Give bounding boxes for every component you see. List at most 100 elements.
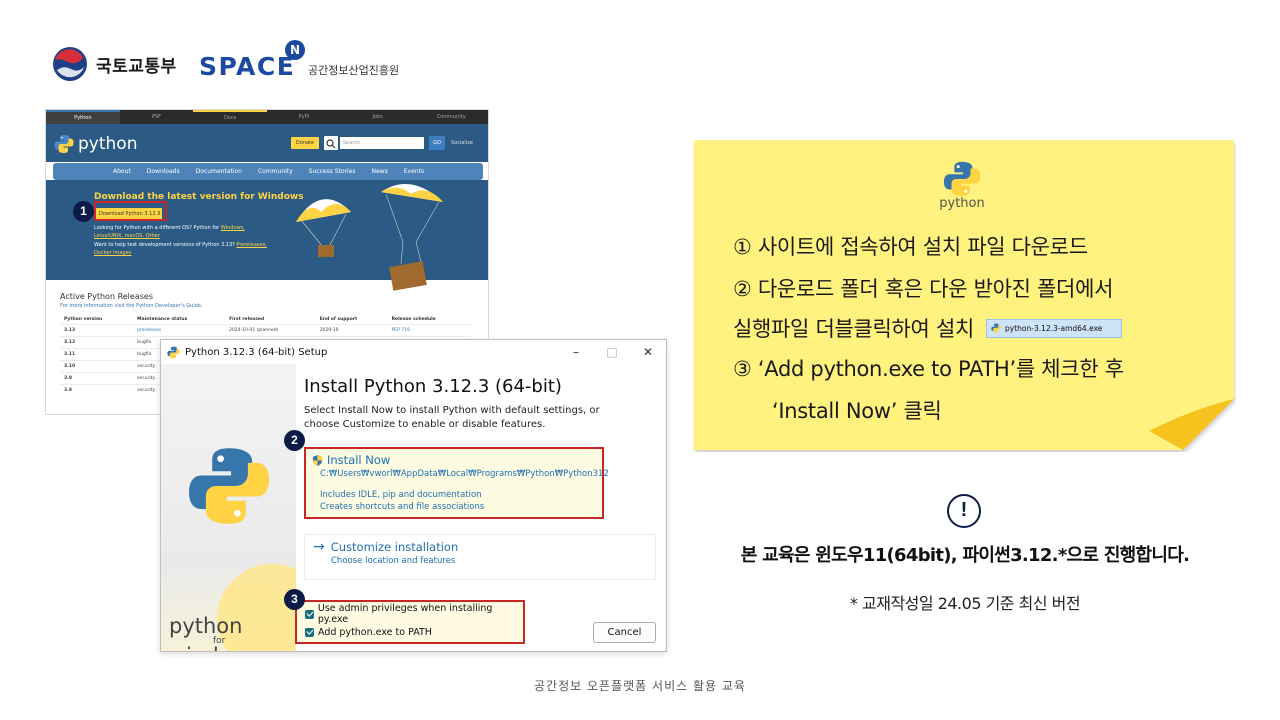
install-now-title: Install Now [327, 453, 391, 467]
cell-schedule[interactable]: PEP 719 [387, 324, 470, 337]
close-button[interactable]: ✕ [630, 340, 666, 364]
python-installer-icon [167, 346, 180, 358]
install-now-includes: Includes IDLE, pip and documentation [320, 490, 482, 500]
cell-version: 3.10 [60, 360, 134, 373]
customize-title: Customize installation [330, 540, 459, 554]
main-nav-community[interactable]: Community [258, 163, 293, 180]
python-logo-icon [189, 448, 269, 524]
python-logo-icon [943, 161, 981, 197]
python-file-icon [991, 323, 1001, 333]
socialize-link[interactable]: Socialize [451, 137, 473, 149]
installer-heading: Install Python 3.12.3 (64-bit) [304, 376, 562, 397]
wordmark-windows: windows [169, 644, 260, 651]
maximize-button[interactable]: □ [594, 340, 630, 364]
hero-line-text: Want to help test development versions o… [94, 242, 237, 248]
search-toggle[interactable] [324, 136, 338, 150]
top-nav-python[interactable]: Python [46, 110, 120, 124]
install-now-option[interactable]: Install Now C:₩Users₩vworl₩AppData₩Local… [304, 447, 609, 519]
python-setup-window: Python 3.12.3 (64-bit) Setup – □ ✕ pytho… [160, 339, 667, 652]
ministry-name: 국토교통부 [96, 56, 177, 77]
admin-privileges-checkbox[interactable]: Use admin privileges when installing py.… [305, 603, 523, 625]
top-nav-pypi[interactable]: PyPI [267, 110, 341, 124]
cell-version: 3.8 [60, 384, 134, 396]
window-title: Python 3.12.3 (64-bit) Setup [185, 346, 328, 358]
note-step-2-cont: 실행파일 더블클릭하여 설치 python-3.12.3-amd64.exe [733, 313, 1122, 343]
note-step-1: ① 사이트에 접속하여 설치 파일 다운로드 [733, 235, 1088, 259]
cell-version: 3.13 [60, 324, 134, 337]
top-nav-community[interactable]: Community [414, 110, 488, 124]
top-nav-jobs[interactable]: Jobs [341, 110, 415, 124]
website-logo[interactable]: python [54, 134, 137, 154]
environment-notice: 본 교육은 윈도우11(64bit), 파이썬3.12.*으로 진행합니다. [740, 545, 1190, 566]
installer-description: Select Install Now to install Python wit… [304, 405, 600, 430]
cell-end-of-support: 2029-10 [315, 324, 388, 337]
wordmark-python: python [169, 614, 243, 638]
search-icon [326, 139, 336, 149]
checkbox-checked-icon [305, 627, 314, 637]
column-header: End of support [319, 317, 358, 322]
parachute-boxes-illustration [296, 184, 443, 291]
windows-link[interactable]: Windows, [221, 225, 245, 231]
website-search-input[interactable]: Search [340, 137, 424, 149]
window-controls: – □ ✕ [558, 340, 666, 364]
hero-line-prerelease: Want to help test development versions o… [94, 242, 267, 248]
note-step-2-text: 실행파일 더블클릭하여 설치 [733, 317, 974, 341]
note-python-word: python [939, 196, 985, 211]
donate-button[interactable]: Donate [291, 137, 319, 149]
customize-installation-option[interactable]: → Customize installation Choose location… [304, 534, 656, 580]
os-links[interactable]: Linux/UNIX, macOS, Other [94, 233, 160, 239]
step-1-badge: 1 [73, 201, 94, 222]
space-org-name: 공간정보산업진흥원 [308, 64, 400, 77]
website-header: python Donate Search GO Socialize [46, 124, 488, 162]
step-2-badge: 2 [284, 430, 305, 451]
slide-footer: 공간정보 오픈플랫폼 서비스 활용 교육 [534, 679, 746, 693]
cell-status: prerelease [133, 324, 226, 337]
step-3-badge: 3 [284, 589, 305, 610]
website-top-nav: Python PSF Docs PyPI Jobs Community [46, 110, 488, 124]
install-checkboxes: Use admin privileges when installing py.… [295, 600, 525, 644]
main-nav-events[interactable]: Events [404, 163, 424, 180]
add-to-path-label: Add python.exe to PATH [318, 626, 432, 638]
customize-subtitle: Choose location and features [331, 556, 456, 566]
column-header: First released [229, 317, 265, 322]
hero-line-os-links: Linux/UNIX, macOS, Other [94, 233, 160, 239]
space-logo-word: SPACE [199, 52, 296, 81]
note-step-3: ③ ‘Add python.exe to PATH’를 체크한 후 [733, 357, 1124, 381]
instruction-note: python ① 사이트에 접속하여 설치 파일 다운로드 ② 다운로드 폴더 … [693, 139, 1236, 452]
column-header: Python version [64, 317, 103, 322]
main-nav-about[interactable]: About [113, 163, 131, 180]
releases-title: Active Python Releases [60, 292, 153, 301]
note-python-logo: python [932, 160, 992, 211]
top-nav-psf[interactable]: PSF [120, 110, 194, 124]
hero-line-text: Looking for Python with a different OS? … [94, 225, 221, 231]
column-header: Maintenance status [137, 317, 188, 322]
install-now-title-row: Install Now [312, 453, 602, 467]
prereleases-link[interactable]: Prereleases, [236, 242, 266, 248]
python-logo-icon [54, 135, 74, 153]
ministry-logo: 국토교통부 [52, 46, 177, 82]
main-nav-documentation[interactable]: Documentation [196, 163, 242, 180]
main-nav-downloads[interactable]: Downloads [147, 163, 180, 180]
admin-privileges-label: Use admin privileges when installing py.… [317, 603, 493, 625]
add-to-path-checkbox[interactable]: Add python.exe to PATH [305, 623, 523, 641]
note-step-2: ② 다운로드 폴더 혹은 다운 받아진 폴더에서 [733, 277, 1114, 301]
minimize-button[interactable]: – [558, 340, 594, 364]
note-step-3-cont: ‘Install Now’ 클릭 [772, 399, 942, 423]
column-header: Release schedule [391, 317, 436, 322]
top-nav-docs[interactable]: Docs [193, 110, 268, 124]
docker-images-link[interactable]: Docker images [94, 250, 131, 256]
main-nav-news[interactable]: News [372, 163, 388, 180]
exe-file-name: python-3.12.3-amd64.exe [1005, 323, 1103, 333]
cell-version: 3.12 [60, 336, 134, 349]
customize-title-row: → Customize installation [313, 539, 655, 555]
cell-version: 3.11 [60, 348, 134, 361]
main-nav-success-stories[interactable]: Success Stories [309, 163, 356, 180]
cell-first-released: 2024-10-01 (planned) [225, 324, 316, 337]
installer-content: Install Python 3.12.3 (64-bit) Select In… [295, 364, 666, 651]
cancel-button[interactable]: Cancel [593, 622, 656, 643]
releases-subtitle[interactable]: For more information visit the Python De… [60, 303, 480, 309]
install-now-details: Includes IDLE, pip and documentation Cre… [320, 489, 602, 513]
go-button[interactable]: GO [429, 136, 445, 150]
hero-line-docker: Docker images [94, 250, 131, 256]
install-path: C:₩Users₩vworl₩AppData₩Local₩Programs₩Py… [320, 469, 609, 479]
